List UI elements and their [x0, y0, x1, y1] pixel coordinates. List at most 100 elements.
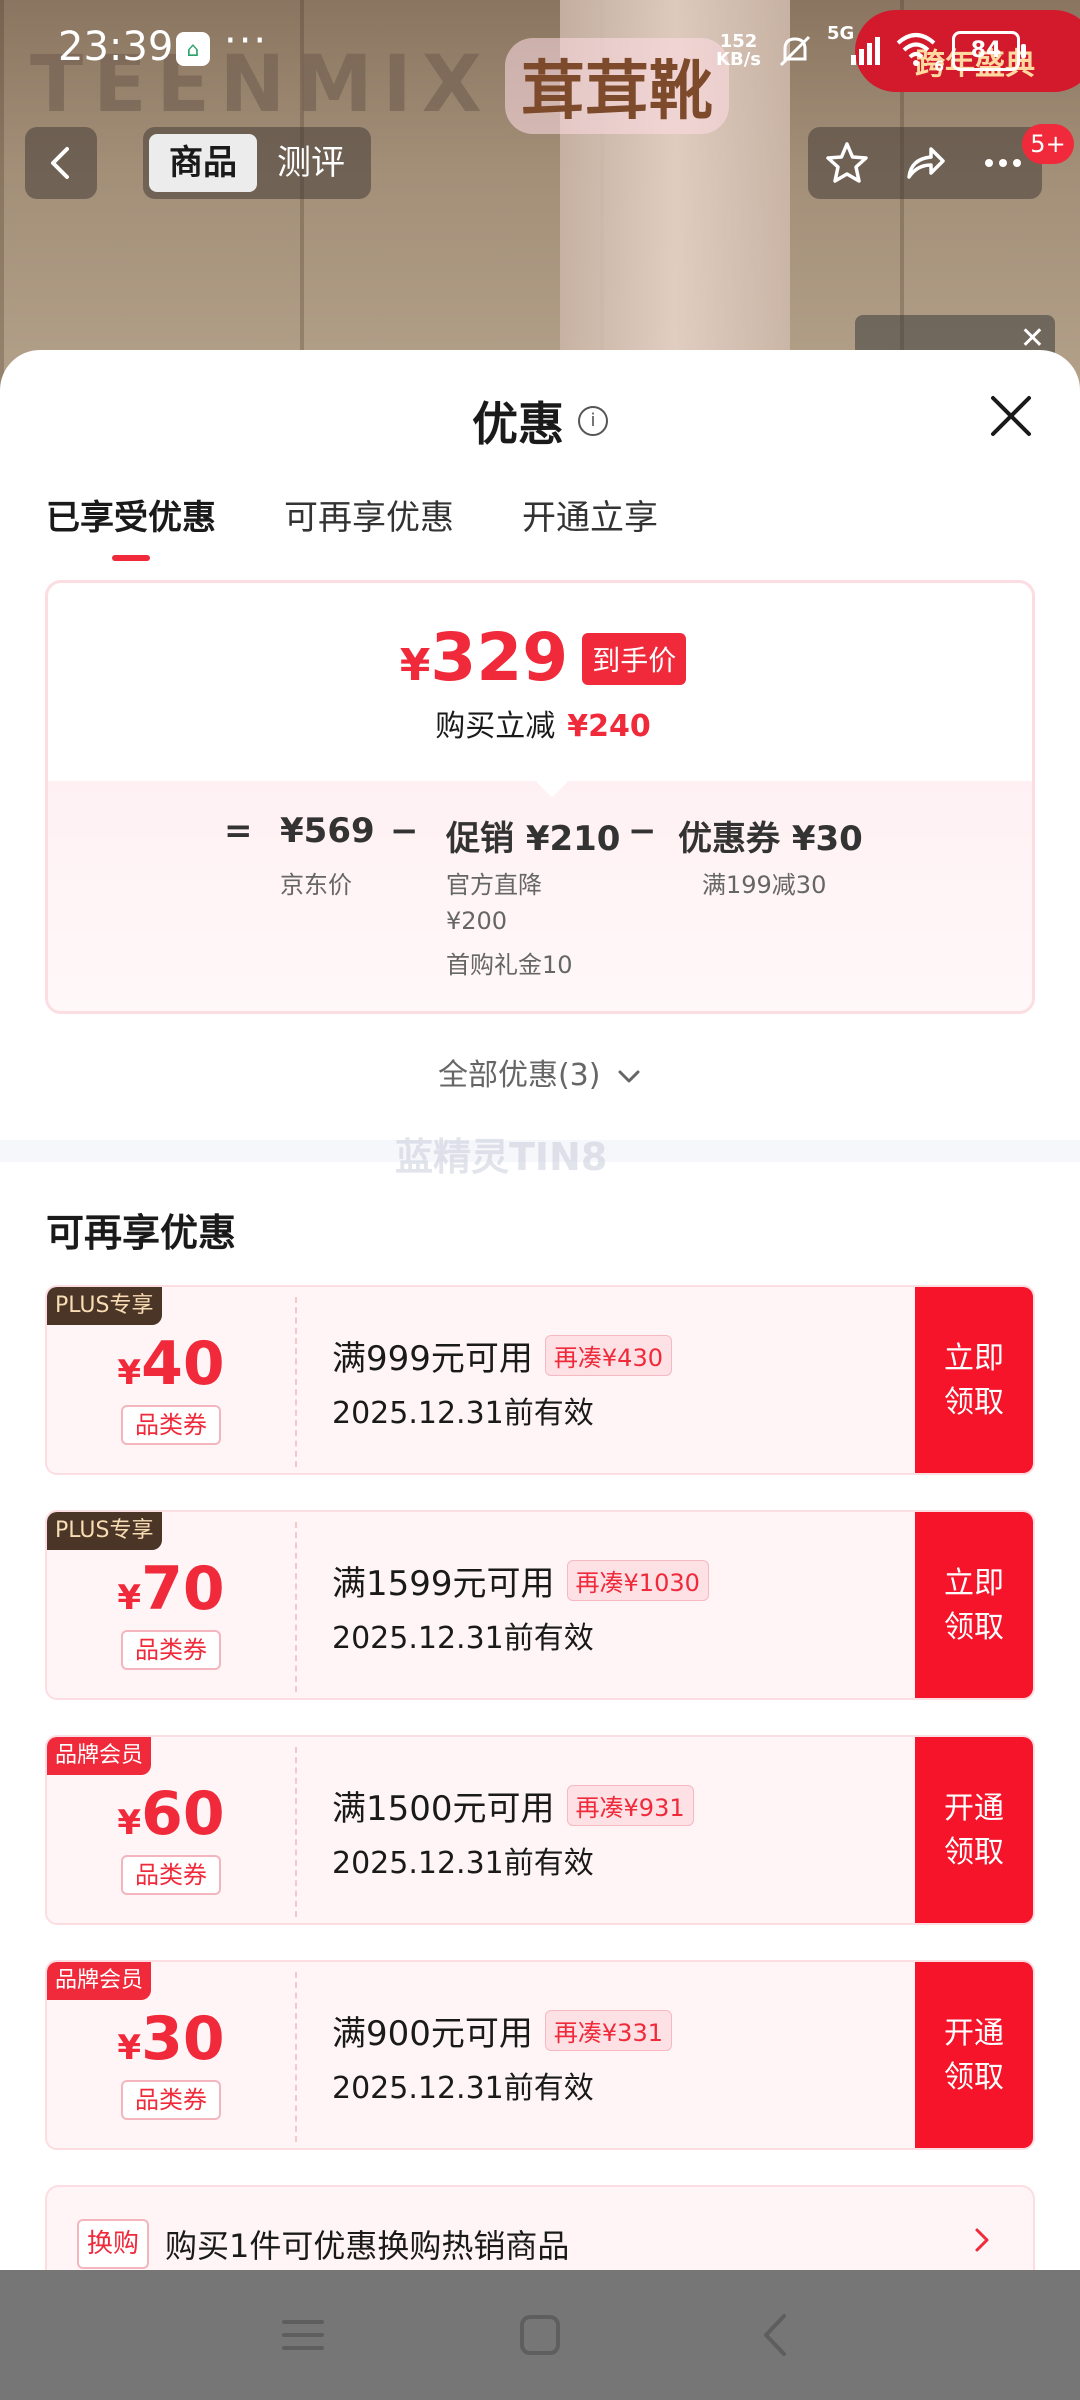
coupon-currency: ¥ — [117, 2028, 142, 2068]
product-actions — [808, 127, 1042, 199]
minus-sign-2: − — [628, 811, 657, 851]
coupon-action-line-2: 领取 — [944, 1835, 1004, 1870]
promo-detail-2: ¥200 — [446, 907, 508, 935]
chevron-down-icon — [618, 1070, 640, 1082]
coupon-condition-row: 满1599元可用 再凑¥1030 — [332, 1556, 709, 1605]
tab-activate-offers[interactable]: 开通立享 — [522, 490, 658, 561]
coupon-claim-button[interactable]: 立即 领取 — [915, 1512, 1033, 1698]
coupon-condition: 满999元可用 — [332, 1339, 533, 1379]
coupon-action-line-1: 开通 — [944, 1791, 1004, 1826]
coupon-condition-row: 满1500元可用 再凑¥931 — [332, 1781, 694, 1830]
coupon-badge: PLUS专享 — [47, 1287, 162, 1325]
coupon-value-area: 品牌会员 ¥30 品类券 — [47, 1962, 295, 2148]
coupon-condition-row: 满999元可用 再凑¥430 — [332, 1331, 672, 1380]
sheet-header: 优惠 i — [0, 388, 1080, 454]
all-offers-label: 全部优惠(3) — [437, 1058, 601, 1093]
exchange-tag: 换购 — [77, 2219, 149, 2269]
coupon-amount-value: 40 — [141, 1329, 225, 1399]
share-icon[interactable] — [901, 139, 949, 187]
final-price-value: 329 — [430, 619, 569, 696]
all-offers-toggle[interactable]: 全部优惠(3) — [0, 1050, 1080, 1094]
coupon-badge: 品牌会员 — [47, 1962, 152, 2000]
coupon-condition: 满900元可用 — [332, 2014, 533, 2054]
coupon-action-line-2: 领取 — [944, 1385, 1004, 1420]
coupon-category: 品类券 — [121, 2080, 221, 2120]
minus-sign-1: − — [390, 811, 419, 851]
coupon-divider — [295, 1747, 297, 1917]
coupon-action-line-2: 领取 — [944, 2060, 1004, 2095]
coupon-details: 满1500元可用 再凑¥931 2025.12.31前有效 — [332, 1781, 694, 1882]
coupon-expiry: 2025.12.31前有效 — [332, 1846, 594, 1881]
exchange-row[interactable]: 换购 购买1件可优惠换购热销商品 — [45, 2185, 1035, 2270]
coupon-claim-button[interactable]: 立即 领取 — [915, 1287, 1033, 1473]
final-price-tag: 到手价 — [582, 633, 687, 685]
exchange-text: 购买1件可优惠换购热销商品 — [165, 2227, 570, 2265]
coupon-more-needed: 再凑¥931 — [566, 1785, 694, 1826]
info-icon[interactable]: i — [578, 406, 608, 436]
coupon-value-area: 品牌会员 ¥60 品类券 — [47, 1737, 295, 1923]
coupon-card: PLUS专享 ¥70 品类券 满1599元可用 再凑¥1030 2025.12.31前有效… — [45, 1510, 1035, 1700]
menu-icon[interactable] — [276, 2308, 330, 2362]
coupon-condition: 满1500元可用 — [332, 1789, 555, 1829]
tab-enjoyed-offers[interactable]: 已享受优惠 — [46, 490, 216, 561]
tab-more-offers[interactable]: 可再享优惠 — [284, 490, 454, 561]
coupon-category: 品类券 — [121, 1405, 221, 1445]
system-nav-bar — [0, 2270, 1080, 2400]
coupon-divider — [295, 1297, 297, 1467]
coupon-amount-value: 70 — [141, 1554, 225, 1624]
coupon-category: 品类券 — [121, 1630, 221, 1670]
offer-tabs: 已享受优惠 可再享优惠 开通立享 — [46, 490, 658, 561]
coupon-details: 满999元可用 再凑¥430 2025.12.31前有效 — [332, 1331, 672, 1432]
coupon-action-line-1: 立即 — [944, 1566, 1004, 1601]
sheet-title: 优惠 — [472, 397, 564, 451]
status-time: 23:39 — [58, 24, 174, 70]
coupon-amount: ¥40 — [47, 1329, 295, 1408]
coupon-claim-button[interactable]: 开通 领取 — [915, 1962, 1033, 2148]
coupon-amount: ¥70 — [47, 1554, 295, 1633]
jd-price-label: 京东价 — [280, 871, 352, 899]
coupon-badge: 品牌会员 — [47, 1737, 152, 1775]
back-button[interactable] — [25, 127, 97, 199]
coupon-more-needed: 再凑¥331 — [544, 2010, 672, 2051]
close-icon[interactable] — [985, 390, 1037, 442]
coupon-expiry: 2025.12.31前有效 — [332, 1396, 594, 1431]
coupon-expiry: 2025.12.31前有效 — [332, 1621, 594, 1656]
tab-review[interactable]: 测评 — [257, 134, 365, 192]
coupon-currency: ¥ — [117, 1353, 142, 1393]
coupon-amount: ¥30 — [47, 2004, 295, 2083]
coupon-amount: ¥60 — [47, 1779, 295, 1858]
coupon-value-area: PLUS专享 ¥40 品类券 — [47, 1287, 295, 1473]
home-app-icon: ⌂ — [176, 32, 210, 66]
home-square-icon[interactable] — [513, 2308, 567, 2362]
more-icon[interactable] — [979, 139, 1027, 187]
promo-detail-3: 首购礼金10 — [446, 951, 573, 979]
favorite-star-icon[interactable] — [823, 139, 871, 187]
coupon-details: 满1599元可用 再凑¥1030 2025.12.31前有效 — [332, 1556, 709, 1657]
reduce-label: 购买立减 — [435, 709, 556, 744]
coupon-amount-value: 30 — [141, 2004, 225, 2074]
coupon-currency: ¥ — [117, 1803, 142, 1843]
coupon-more-needed: 再凑¥430 — [544, 1335, 672, 1376]
coupon-value-area: PLUS专享 ¥70 品类券 — [47, 1512, 295, 1698]
chevron-right-icon — [975, 2228, 989, 2252]
price-breakdown-card: ¥329 到手价 购买立减 ¥240 = ¥569 京东价 − 促销 ¥210 官… — [45, 580, 1035, 1014]
net-speed: 152 KB/s — [716, 33, 761, 69]
tab-product[interactable]: 商品 — [149, 134, 257, 192]
coupon-condition: 满1599元可用 — [332, 1564, 555, 1604]
coupon-claim-button[interactable]: 开通 领取 — [915, 1737, 1033, 1923]
coupon-divider — [295, 1972, 297, 2142]
coupon-currency: ¥ — [117, 1578, 142, 1618]
wifi-icon: 6 — [894, 31, 944, 75]
coupon-action-line-1: 立即 — [944, 1341, 1004, 1376]
product-tab-segment: 商品 测评 — [143, 127, 371, 199]
status-more-icon: ··· — [224, 18, 269, 64]
equals-sign: = — [224, 811, 253, 851]
status-bar: 23:39 ⌂ ··· 152 KB/s 5G 6 84 — [0, 0, 1080, 100]
back-nav-icon[interactable] — [750, 2308, 804, 2362]
coupon-details: 满900元可用 再凑¥331 2025.12.31前有效 — [332, 2006, 672, 2107]
promo-detail-1: 官方直降 — [446, 871, 542, 899]
coupon-card: 品牌会员 ¥60 品类券 满1500元可用 再凑¥931 2025.12.31前有效 开通领… — [45, 1735, 1035, 1925]
mute-icon — [779, 35, 811, 67]
jd-price: ¥569 — [280, 811, 375, 851]
coupon-condition-row: 满900元可用 再凑¥331 — [332, 2006, 672, 2055]
